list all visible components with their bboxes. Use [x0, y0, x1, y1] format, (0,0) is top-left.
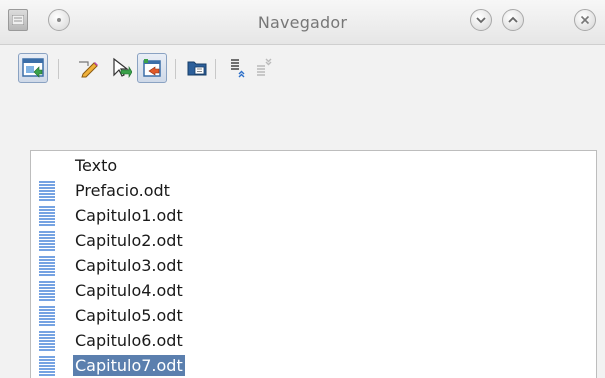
list-item[interactable]: Texto — [31, 153, 591, 178]
list-item[interactable]: Capitulo5.odt — [31, 303, 591, 328]
list-item-label: Capitulo5.odt — [75, 306, 183, 325]
list-item[interactable]: Capitulo4.odt — [31, 278, 591, 303]
list-item[interactable]: Prefacio.odt — [31, 178, 591, 203]
subdocument-icon — [39, 206, 55, 226]
navigator-list[interactable]: Texto Prefacio.odt Capitulo1.odt Capitul… — [30, 150, 597, 378]
toggle-navigator-button[interactable] — [18, 53, 48, 83]
insert-button[interactable] — [137, 53, 167, 83]
subdocument-icon — [39, 331, 55, 351]
list-item-label: Capitulo6.odt — [75, 331, 183, 350]
subdocument-icon — [39, 281, 55, 301]
list-item-label: Capitulo7.odt — [73, 355, 185, 376]
list-item-label: Capitulo1.odt — [75, 206, 183, 225]
subdocument-icon — [39, 181, 55, 201]
subdocument-icon — [39, 306, 55, 326]
list-item[interactable]: Capitulo2.odt — [31, 228, 591, 253]
toolbar-separator — [215, 59, 216, 79]
toolbar-separator — [175, 59, 176, 79]
list-item-label: Prefacio.odt — [75, 181, 170, 200]
minimize-button[interactable] — [470, 9, 492, 31]
navigator-toolbar — [0, 48, 605, 88]
subdocument-icon — [39, 256, 55, 276]
list-item[interactable]: Capitulo6.odt — [31, 328, 591, 353]
list-item[interactable]: Capitulo7.odt — [31, 353, 591, 378]
save-as-button[interactable] — [183, 53, 213, 83]
list-item-label: Capitulo4.odt — [75, 281, 183, 300]
subdocument-icon — [39, 231, 55, 251]
update-button[interactable] — [107, 53, 137, 83]
list-item-label: Texto — [75, 156, 118, 175]
edit-pencil-icon — [79, 61, 98, 78]
close-button[interactable] — [574, 9, 596, 31]
list-item[interactable]: Capitulo1.odt — [31, 203, 591, 228]
edit-button[interactable] — [74, 53, 104, 83]
save-folder-icon — [187, 61, 207, 76]
maximize-button[interactable] — [502, 9, 524, 31]
list-item-label: Capitulo2.odt — [75, 231, 183, 250]
move-down-button[interactable] — [250, 53, 280, 83]
list-item-label: Capitulo3.odt — [75, 256, 183, 275]
toolbar-separator — [58, 59, 59, 79]
insert-icon — [143, 59, 161, 77]
move-up-icon — [231, 59, 245, 78]
move-down-icon — [257, 58, 272, 76]
title-bar: Navegador — [0, 0, 605, 45]
update-arrow-icon — [113, 57, 132, 78]
subdocument-icon — [39, 356, 55, 376]
list-item[interactable]: Capitulo3.odt — [31, 253, 591, 278]
navigator-toggle-icon — [22, 58, 44, 78]
